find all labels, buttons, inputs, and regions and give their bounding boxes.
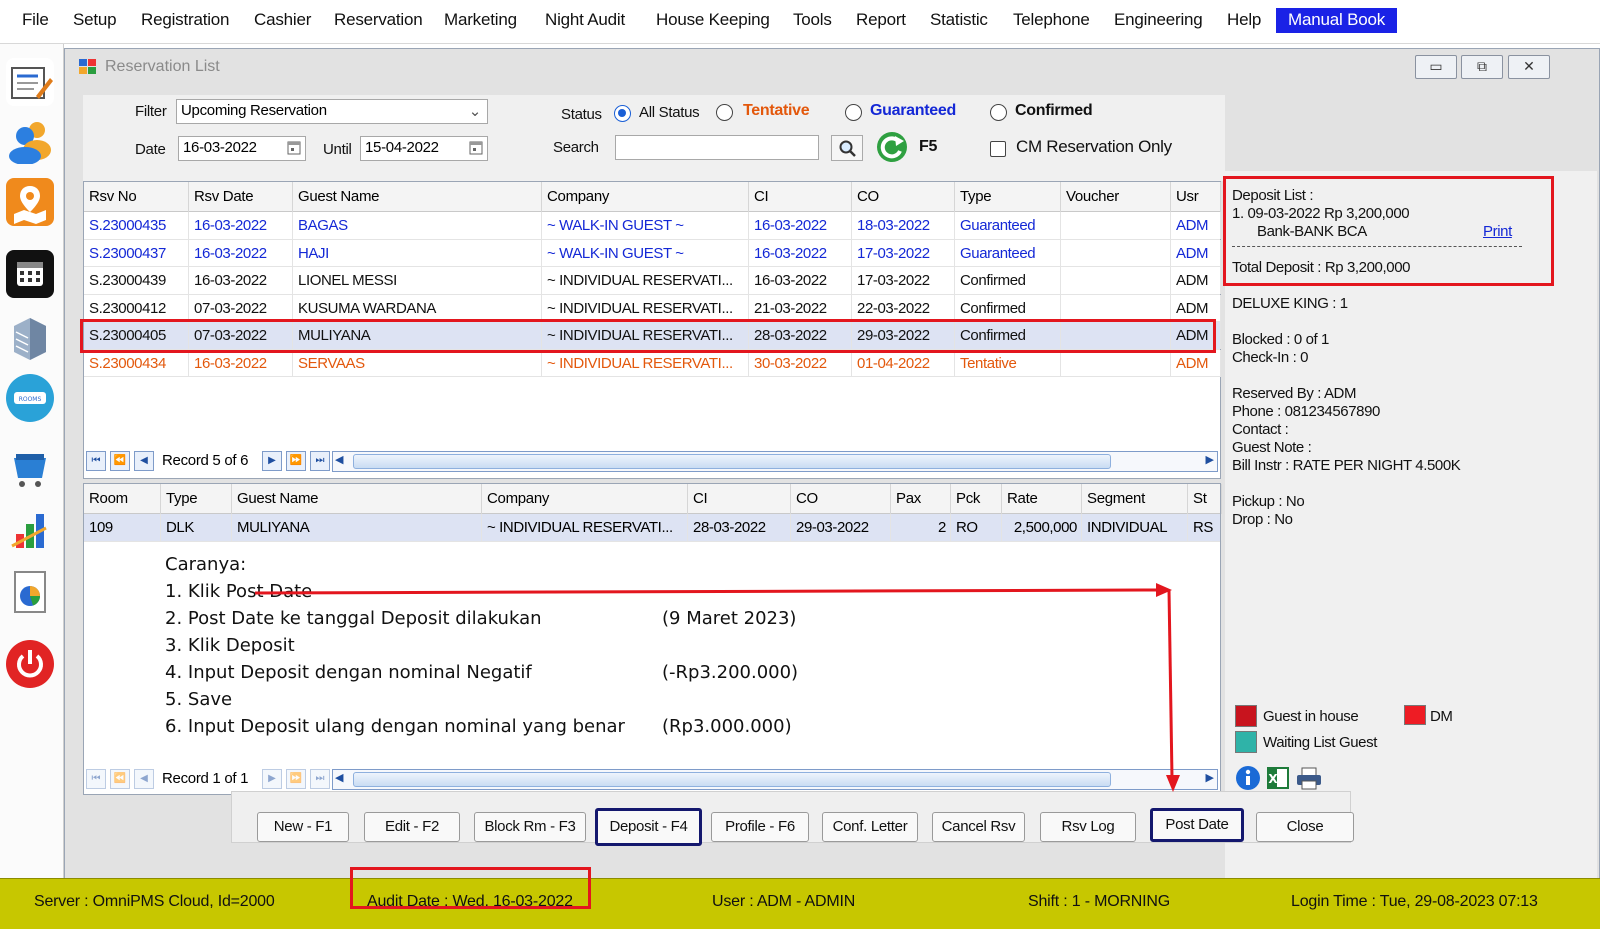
red-arrow-annotation <box>254 583 1180 792</box>
highlight-audit-date <box>350 867 591 909</box>
